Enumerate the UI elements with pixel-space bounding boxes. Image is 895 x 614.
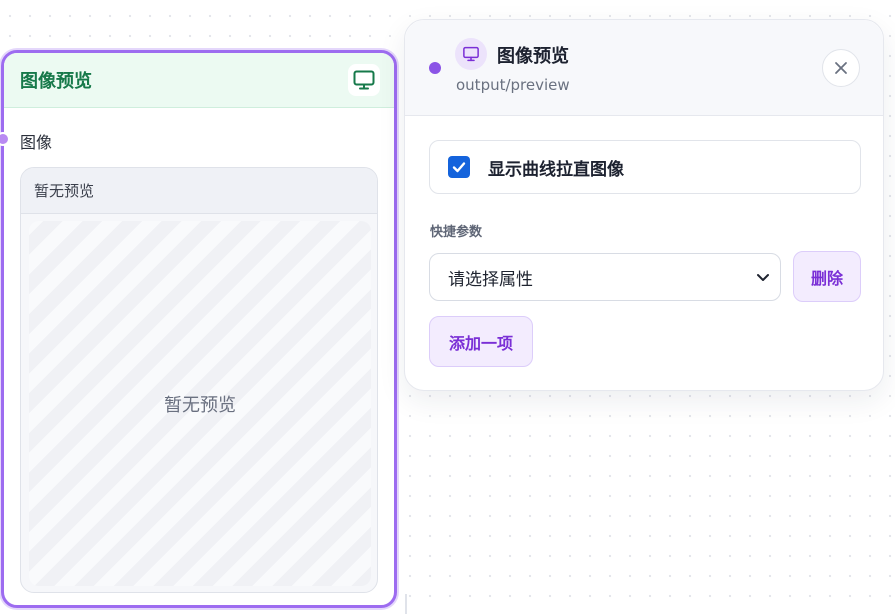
chevron-down-icon xyxy=(757,274,769,281)
preview-placeholder: 暂无预览 xyxy=(164,394,236,416)
input-label: 图像 xyxy=(20,133,53,152)
image-input-port[interactable] xyxy=(0,132,10,146)
panel-header: 图像预览 output/preview xyxy=(405,20,883,116)
panel-subtitle: output/preview xyxy=(456,76,570,94)
select-value: 请选择属性 xyxy=(448,269,533,290)
preview-header: 暂无预览 xyxy=(21,168,377,214)
panel-title: 图像预览 xyxy=(497,46,569,67)
status-dot xyxy=(429,62,441,74)
monitor-icon xyxy=(348,64,380,96)
attribute-select[interactable]: 请选择属性 xyxy=(429,253,781,301)
straighten-curve-option[interactable]: 显示曲线拉直图像 xyxy=(429,140,861,194)
node-title: 图像预览 xyxy=(20,71,92,92)
add-item-button[interactable]: 添加一项 xyxy=(429,316,533,367)
close-button[interactable] xyxy=(822,49,860,87)
close-icon xyxy=(835,62,847,74)
preview-box: 暂无预览 暂无预览 xyxy=(20,167,378,593)
monitor-icon xyxy=(455,38,487,70)
node-header[interactable]: 图像预览 xyxy=(4,53,394,108)
check-icon xyxy=(452,162,466,173)
inspector-panel: 图像预览 output/preview 显示曲线拉直图像 快捷参数 请选择属性 … xyxy=(404,19,884,391)
straighten-curve-checkbox[interactable] xyxy=(448,156,470,178)
checkbox-label: 显示曲线拉直图像 xyxy=(488,159,624,180)
canvas-handle xyxy=(405,594,407,614)
image-preview-node[interactable]: 图像预览 图像 暂无预览 暂无预览 xyxy=(0,50,397,608)
delete-button[interactable]: 删除 xyxy=(793,251,861,302)
preview-header-text: 暂无预览 xyxy=(34,182,95,200)
preview-area: 暂无预览 xyxy=(29,221,371,586)
quick-params-label: 快捷参数 xyxy=(430,225,483,240)
